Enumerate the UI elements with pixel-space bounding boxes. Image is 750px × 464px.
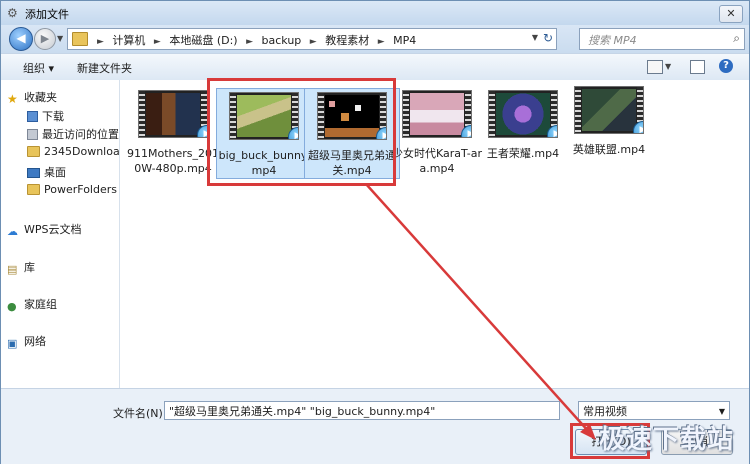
app-icon: ⚙ — [7, 6, 18, 20]
refresh-icon[interactable]: ↻ — [543, 31, 553, 45]
file-type-value: 常用视频 — [583, 405, 627, 418]
desktop-icon — [27, 168, 40, 178]
video-thumbnail: ▶ — [574, 86, 644, 134]
nav-homegroup[interactable]: ● 家庭组 — [7, 296, 57, 313]
star-icon: ★ — [7, 92, 18, 106]
window-title: 添加文件 — [25, 8, 69, 21]
nav-recent-places[interactable]: 最近访问的位置 — [27, 126, 119, 142]
nav-downloads-label: 下载 — [42, 110, 64, 123]
chevron-right-icon[interactable]: ► — [246, 37, 253, 47]
breadcrumb: ► 计算机 ► 本地磁盘 (D:) ► backup ► 教程素材 ► MP4 — [92, 32, 416, 48]
library-icon: ▤ — [7, 263, 18, 276]
chevron-right-icon[interactable]: ► — [154, 37, 161, 47]
nav-desktop-label: 桌面 — [44, 166, 66, 179]
back-arrow-icon: ◀ — [16, 31, 26, 45]
nav-library[interactable]: ▤ 库 — [7, 259, 35, 276]
view-dropdown-icon[interactable]: ▼ — [665, 62, 671, 71]
new-folder-button[interactable]: 新建文件夹 — [77, 60, 132, 76]
nav-2345-label: 2345Downloa — [44, 145, 120, 158]
video-thumbnail: ▶ — [138, 90, 208, 138]
network-icon: ▣ — [7, 337, 18, 350]
video-thumbnail: ▶ — [488, 90, 558, 138]
watermark: 极速下载站 — [598, 425, 734, 455]
organize-button[interactable]: 组织 ▾ — [23, 60, 54, 76]
file-name: 911Mothers_2010W-480p.mp4 — [126, 147, 220, 175]
folder-icon — [27, 184, 40, 195]
command-toolbar: 组织 ▾ 新建文件夹 ▼ ? — [1, 53, 749, 81]
preview-pane-icon[interactable] — [690, 60, 705, 74]
video-thumbnail: ▶ — [402, 90, 472, 138]
chevron-right-icon[interactable]: ► — [97, 37, 104, 47]
file-name: 少女时代KaraT-ara.mp4 — [392, 147, 482, 175]
breadcrumb-tutorial-material[interactable]: 教程素材 — [325, 34, 369, 47]
downloads-icon — [27, 111, 38, 122]
help-icon[interactable]: ? — [719, 59, 733, 73]
nav-wps-cloud[interactable]: ☁ WPS云文档 — [7, 221, 82, 238]
file-item[interactable]: ▶ 王者荣耀.mp4 — [476, 90, 570, 161]
recent-places-icon — [27, 129, 38, 140]
nav-powerfolders-label: PowerFolders — [44, 183, 117, 196]
nav-favorites[interactable]: ★ 收藏夹 — [7, 89, 57, 106]
homegroup-icon: ● — [7, 300, 17, 313]
search-input[interactable]: 搜索 MP4 ⌕ — [579, 28, 745, 50]
forward-arrow-icon: ▶ — [40, 32, 50, 45]
file-item[interactable]: ▶ 英雄联盟.mp4 — [562, 86, 656, 157]
file-item[interactable]: ▶ 少女时代KaraT-ara.mp4 — [390, 90, 484, 176]
close-button[interactable]: ✕ — [719, 5, 743, 23]
navigation-pane: ★ 收藏夹 下载 最近访问的位置 2345Downloa 桌面 PowerFold… — [1, 80, 120, 388]
title-bar: ⚙ 添加文件 ✕ — [1, 1, 749, 25]
nav-powerfolders[interactable]: PowerFolders — [27, 183, 117, 196]
folder-icon — [72, 32, 88, 46]
nav-library-label: 库 — [24, 261, 35, 274]
search-icon[interactable]: ⌕ — [733, 31, 740, 46]
address-bar[interactable]: ► 计算机 ► 本地磁盘 (D:) ► backup ► 教程素材 ► MP4 … — [67, 28, 557, 50]
breadcrumb-mp4[interactable]: MP4 — [393, 34, 416, 47]
file-item[interactable]: ▶ 911Mothers_2010W-480p.mp4 — [126, 90, 220, 176]
filename-input[interactable]: "超级马里奥兄弟通关.mp4" "big_buck_bunny.mp4" — [164, 401, 560, 420]
file-type-select[interactable]: 常用视频 ▼ — [578, 401, 730, 420]
file-name: 英雄联盟.mp4 — [572, 143, 646, 156]
nav-favorites-label: 收藏夹 — [24, 91, 57, 104]
address-dropdown-icon[interactable]: ▼ — [532, 33, 538, 42]
breadcrumb-computer[interactable]: 计算机 — [112, 34, 145, 47]
cloud-icon: ☁ — [7, 225, 18, 238]
close-icon: ✕ — [726, 7, 736, 20]
search-placeholder: 搜索 MP4 — [588, 34, 637, 47]
filename-label: 文件名(N): — [113, 407, 167, 420]
nav-desktop[interactable]: 桌面 — [27, 164, 66, 180]
chevron-right-icon[interactable]: ► — [378, 37, 385, 47]
add-file-dialog: ⚙ 添加文件 ✕ ◀ ▶ ▼ ► 计算机 ► 本地磁盘 (D:) ► backu… — [0, 0, 750, 464]
nav-wps-label: WPS云文档 — [24, 223, 82, 236]
change-view-icon[interactable] — [647, 60, 663, 74]
recent-pages-dropdown-icon[interactable]: ▼ — [57, 34, 63, 43]
nav-downloads[interactable]: 下载 — [27, 108, 64, 124]
breadcrumb-drive-d[interactable]: 本地磁盘 (D:) — [169, 34, 237, 47]
back-button[interactable]: ◀ — [9, 27, 33, 51]
address-row: ◀ ▶ ▼ ► 计算机 ► 本地磁盘 (D:) ► backup ► 教程素材 … — [1, 25, 749, 53]
nav-recent-label: 最近访问的位置 — [42, 128, 119, 141]
breadcrumb-backup[interactable]: backup — [262, 34, 302, 47]
nav-homegroup-label: 家庭组 — [24, 298, 57, 311]
nav-network[interactable]: ▣ 网络 — [7, 333, 46, 350]
folder-icon — [27, 146, 40, 157]
selection-highlight-box — [207, 78, 396, 186]
file-name: 王者荣耀.mp4 — [486, 147, 560, 160]
nav-2345downloads[interactable]: 2345Downloa — [27, 145, 120, 158]
chevron-right-icon[interactable]: ► — [310, 37, 317, 47]
nav-network-label: 网络 — [24, 335, 46, 348]
forward-button[interactable]: ▶ — [34, 28, 56, 50]
